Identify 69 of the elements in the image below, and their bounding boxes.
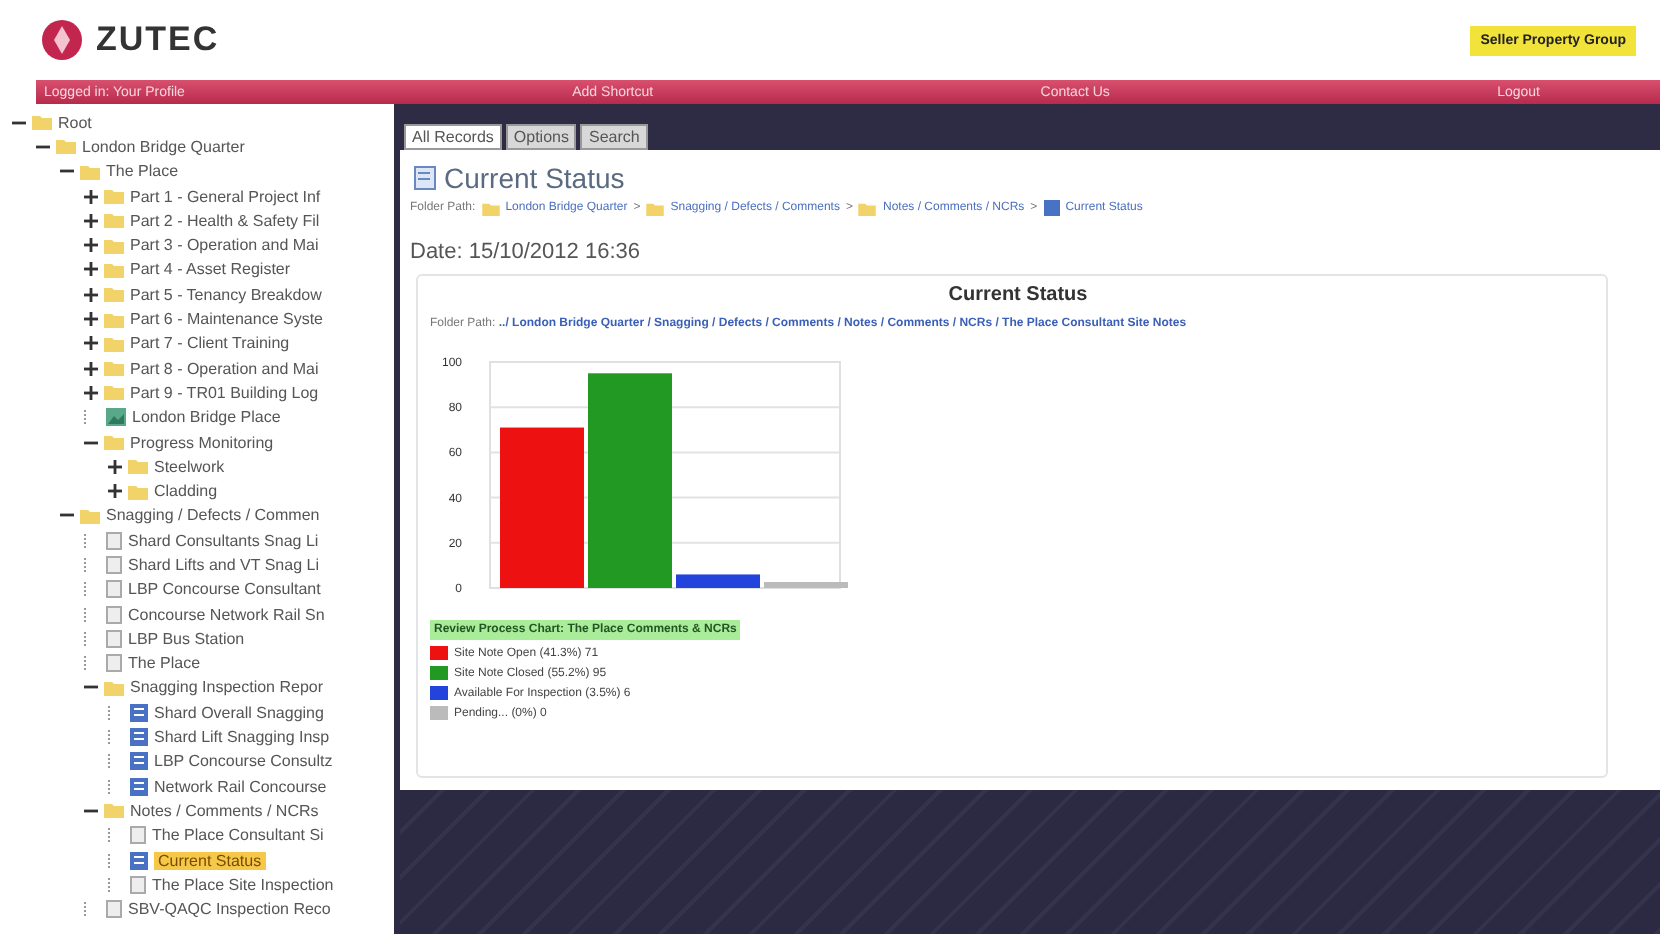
folder-icon: [858, 201, 877, 215]
tree-item[interactable]: Part 2 - Health & Safety Fil: [130, 211, 320, 230]
tree-item[interactable]: Steelwork: [154, 457, 225, 476]
report-title: Current Status: [948, 284, 1088, 306]
expander-icon[interactable]: [84, 287, 98, 302]
expander-icon[interactable]: [84, 336, 98, 351]
page-icon: [130, 826, 146, 845]
tab[interactable]: All Records: [404, 124, 502, 150]
expander-icon[interactable]: [84, 262, 98, 277]
tree-item[interactable]: Notes / Comments / NCRs: [130, 801, 319, 820]
tree-item[interactable]: Shard Overall Snagging: [154, 703, 324, 722]
date-text: Date: 15/10/2012 16:36: [410, 240, 640, 264]
tree-item[interactable]: Progress Monitoring: [130, 433, 274, 451]
expander-icon[interactable]: [84, 385, 98, 400]
tree-item[interactable]: Part 1 - General Project Inf: [130, 187, 321, 206]
expander-icon[interactable]: [84, 312, 98, 327]
report-icon: [130, 728, 148, 747]
tree-item[interactable]: Part 3 - Operation and Mai: [130, 236, 319, 255]
tree-item[interactable]: Network Rail Concourse: [154, 777, 327, 796]
tree-item[interactable]: The Place Consultant Si: [152, 826, 324, 845]
expander-icon[interactable]: [84, 189, 98, 204]
bar: [676, 574, 760, 588]
tree-item[interactable]: LBP Bus Station: [128, 629, 245, 648]
expander-icon[interactable]: [84, 361, 98, 376]
report-icon: [130, 752, 148, 771]
tree-item[interactable]: Root: [58, 113, 92, 132]
tree-item[interactable]: Cladding: [154, 482, 218, 501]
report-icon: [130, 851, 148, 870]
folder-icon: [104, 679, 124, 696]
tree-item[interactable]: Snagging / Defects / Commen: [106, 506, 320, 525]
tree-item[interactable]: The Place: [128, 654, 201, 673]
folder-icon: [481, 201, 500, 215]
tree-item[interactable]: Shard Consultants Snag Li: [128, 531, 319, 550]
logo-icon: [40, 18, 84, 62]
tab[interactable]: Search: [580, 124, 648, 150]
tree-item[interactable]: The Place Site Inspection: [152, 875, 334, 894]
tree-item[interactable]: Part 9 - TR01 Building Log: [130, 383, 319, 402]
tree-item[interactable]: Part 8 - Operation and Mai: [130, 359, 319, 378]
page-title: Current Status: [444, 162, 625, 194]
folder-icon: [80, 507, 100, 524]
folder-icon: [646, 201, 665, 215]
logo-text: ZUTEC: [96, 20, 220, 60]
folder-icon: [104, 802, 124, 819]
expander-icon[interactable]: [84, 238, 98, 253]
tree-item[interactable]: Snagging Inspection Repor: [130, 678, 324, 697]
expander-icon[interactable]: [108, 459, 122, 474]
tree-item[interactable]: Part 4 - Asset Register: [130, 260, 291, 279]
expander-icon[interactable]: [84, 213, 98, 228]
image-icon: [106, 408, 126, 427]
bar: [764, 582, 848, 588]
report-icon: [130, 703, 148, 722]
tree-item[interactable]: Current Status: [154, 851, 266, 870]
tree-item[interactable]: SBV-QAQC Inspection Reco: [128, 900, 331, 919]
tree-item[interactable]: London Bridge Quarter: [82, 137, 245, 156]
tree-item[interactable]: Part 6 - Maintenance Syste: [130, 310, 323, 329]
document-icon: [414, 166, 436, 190]
expander-icon[interactable]: [108, 484, 122, 499]
report-icon: [1043, 200, 1060, 216]
tree-item[interactable]: The Place: [106, 162, 179, 181]
tree-item[interactable]: LBP Concourse Consultz: [154, 752, 333, 771]
tree-item[interactable]: Part 7 - Client Training: [130, 334, 290, 353]
tab[interactable]: Options: [505, 124, 577, 150]
tree-item[interactable]: LBP Concourse Consultant: [128, 580, 321, 599]
report-icon: [130, 777, 148, 796]
tree-item[interactable]: Concourse Network Rail Sn: [128, 605, 325, 624]
tree-item[interactable]: Part 5 - Tenancy Breakdow: [130, 285, 322, 304]
tree-item[interactable]: London Bridge Place: [132, 408, 281, 427]
tree-item[interactable]: Shard Lift Snagging Insp: [154, 728, 330, 747]
tree-item[interactable]: Shard Lifts and VT Snag Li: [128, 555, 319, 574]
